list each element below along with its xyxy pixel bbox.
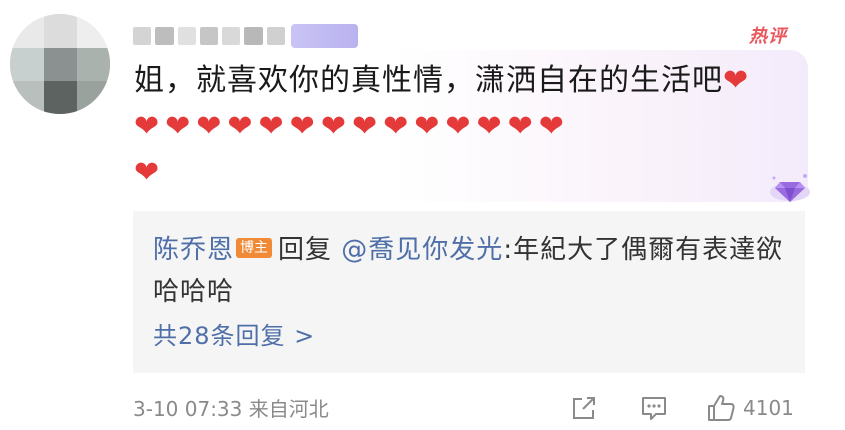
reply-verb: 回复 <box>278 235 333 265</box>
reply-mention[interactable]: @喬见你发光 <box>341 235 503 265</box>
reply-preview-box[interactable]: 陈乔恩 博主 回复 @喬见你发光:年紀大了偶爾有表達欲哈哈哈 共28条回复 > <box>133 211 805 373</box>
blogger-badge: 博主 <box>236 238 273 258</box>
like-button[interactable]: 4101 <box>705 390 794 426</box>
location: 来自河北 <box>248 397 329 421</box>
share-icon <box>573 397 595 419</box>
comment-content: 姐，就喜欢你的真性情，潇洒自在的生活吧❤ ❤❤❤❤❤❤❤❤❤❤❤❤❤❤ ❤ <box>134 58 784 196</box>
comment-icon <box>642 397 666 420</box>
comment-meta: 3-10 07:33 来自河北 <box>133 396 329 422</box>
share-button[interactable] <box>569 390 599 426</box>
comment-actions: 4101 <box>565 390 810 426</box>
reply-preview: 陈乔恩 博主 回复 @喬见你发光:年紀大了偶爾有表達欲哈哈哈 <box>153 229 793 313</box>
timestamp: 3-10 07:33 <box>133 397 243 421</box>
user-level-tag <box>290 24 358 48</box>
view-all-replies-link[interactable]: 共28条回复 > <box>153 321 315 351</box>
comment-text: 姐，就喜欢你的真性情，潇洒自在的生活吧 <box>134 63 723 98</box>
heart-emoji: ❤ <box>723 63 755 98</box>
username-obscured[interactable] <box>133 22 358 50</box>
diamond-gem-icon <box>770 174 810 202</box>
like-count: 4101 <box>743 396 794 420</box>
hot-comment-badge: 热评 <box>749 26 787 47</box>
reply-author[interactable]: 陈乔恩 <box>153 235 234 265</box>
reply-button[interactable] <box>639 390 669 426</box>
heart-emoji: ❤ <box>134 155 166 190</box>
heart-emoji-row: ❤❤❤❤❤❤❤❤❤❤❤❤❤❤ <box>134 109 570 144</box>
avatar[interactable] <box>10 14 110 114</box>
thumbs-up-icon <box>708 395 735 421</box>
